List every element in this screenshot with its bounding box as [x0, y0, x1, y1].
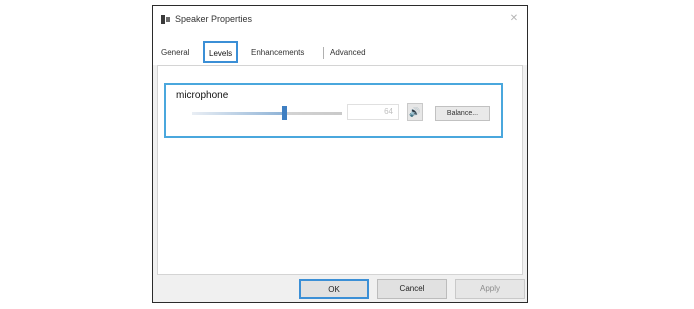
levels-panel: microphone 64 🔊 Balance...: [157, 65, 523, 275]
close-button[interactable]: ✕: [505, 10, 523, 28]
tab-enhancements[interactable]: Enhancements: [251, 48, 304, 57]
slider-thumb[interactable]: [282, 106, 287, 120]
speaker-icon: [161, 15, 170, 24]
tab-levels[interactable]: Levels: [203, 41, 239, 63]
close-icon: ✕: [509, 13, 519, 24]
tab-advanced[interactable]: Advanced: [330, 48, 366, 57]
apply-button[interactable]: Apply: [455, 279, 525, 299]
tab-separator: [323, 47, 324, 59]
title-bar: Speaker Properties ✕: [153, 6, 527, 32]
speaker-properties-dialog: Speaker Properties ✕ General Levels Enha…: [152, 5, 528, 303]
speaker-volume-icon: 🔊: [409, 107, 421, 117]
tab-strip: General Levels Enhancements Advanced: [153, 32, 527, 65]
cancel-button[interactable]: Cancel: [377, 279, 447, 299]
mute-button[interactable]: 🔊: [407, 103, 423, 121]
tab-general[interactable]: General: [161, 48, 189, 57]
volume-slider[interactable]: [192, 105, 342, 121]
slider-fill: [192, 112, 284, 115]
balance-button[interactable]: Balance...: [435, 106, 490, 121]
level-value-field[interactable]: 64: [347, 104, 399, 120]
window-title: Speaker Properties: [175, 14, 253, 24]
level-label: microphone: [176, 90, 229, 101]
ok-button[interactable]: OK: [299, 279, 369, 299]
microphone-level-group: microphone 64 🔊 Balance...: [164, 83, 503, 138]
